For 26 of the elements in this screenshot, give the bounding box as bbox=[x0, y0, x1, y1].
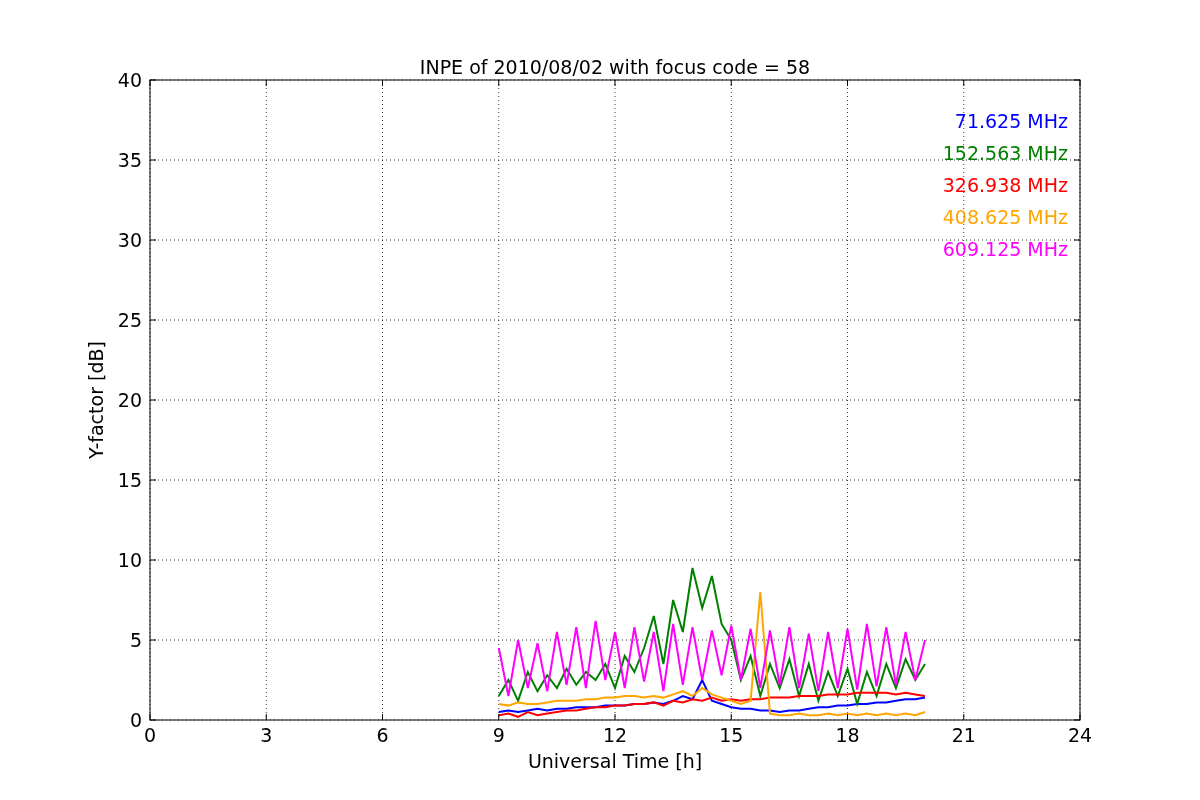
y-tick-label: 40 bbox=[117, 69, 142, 91]
legend-label: 326.938 MHz bbox=[942, 174, 1068, 196]
chart-title: INPE of 2010/08/02 with focus code = 58 bbox=[419, 56, 811, 78]
x-tick-label: 21 bbox=[951, 724, 976, 746]
x-tick-label: 18 bbox=[835, 724, 860, 746]
x-tick-label: 6 bbox=[376, 724, 389, 746]
x-tick-label: 15 bbox=[719, 724, 744, 746]
x-tick-label: 24 bbox=[1067, 724, 1093, 746]
legend-label: 609.125 MHz bbox=[942, 238, 1068, 260]
x-tick-label: 12 bbox=[602, 724, 628, 746]
legend-label: 71.625 MHz bbox=[954, 110, 1068, 132]
x-tick-label: 3 bbox=[260, 724, 273, 746]
y-tick-label: 35 bbox=[117, 149, 142, 171]
y-tick-label: 30 bbox=[117, 229, 142, 251]
y-tick-label: 25 bbox=[117, 309, 142, 331]
legend-label: 152.563 MHz bbox=[942, 142, 1068, 164]
legend-label: 408.625 MHz bbox=[942, 206, 1068, 228]
y-tick-label: 15 bbox=[117, 469, 142, 491]
x-tick-label: 9 bbox=[492, 724, 505, 746]
y-axis-label: Y-factor [dB] bbox=[85, 341, 107, 459]
y-tick-label: 20 bbox=[117, 389, 142, 411]
y-tick-label: 0 bbox=[129, 709, 142, 731]
y-tick-label: 10 bbox=[117, 549, 142, 571]
y-tick-label: 5 bbox=[129, 629, 142, 651]
x-tick-label: 0 bbox=[143, 724, 157, 746]
x-axis-label: Universal Time [h] bbox=[527, 750, 703, 772]
